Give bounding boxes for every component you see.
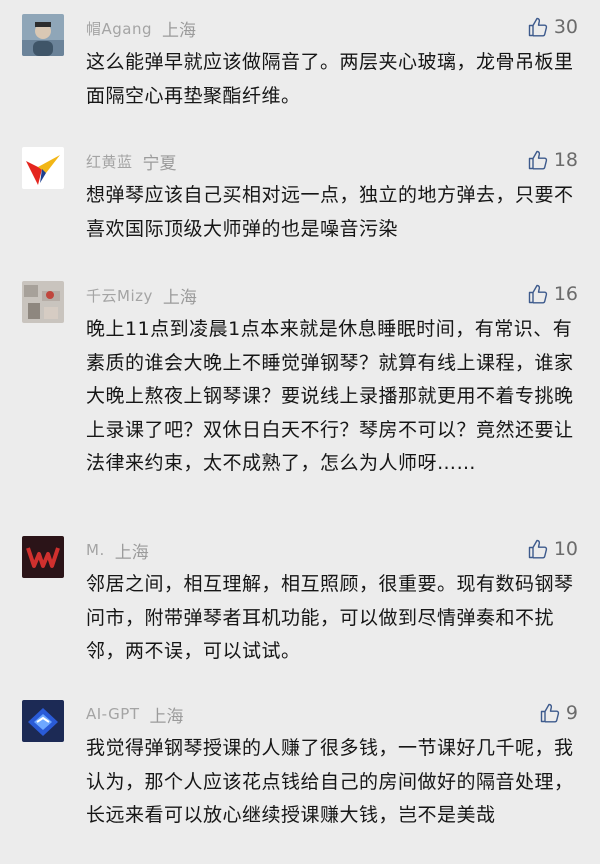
comment-text: 这么能弹早就应该做隔音了。两层夹心玻璃，龙骨吊板里面隔空心再垫聚酯纤维。 [86, 51, 574, 107]
username[interactable]: 千云Mizy [86, 285, 153, 306]
location: 上海 [162, 20, 197, 41]
like-button[interactable]: 16 [528, 281, 578, 307]
comment-meta: 帽Agang 上海 [86, 16, 197, 41]
like-count: 30 [553, 16, 578, 38]
avatar[interactable] [22, 536, 64, 578]
thumbs-up-icon [528, 17, 547, 37]
location: 上海 [149, 706, 184, 727]
avatar[interactable] [22, 147, 64, 189]
comment-meta: AI-GPT 上海 [86, 702, 184, 727]
like-button[interactable]: 10 [528, 536, 578, 562]
location: 上海 [114, 542, 149, 563]
thumbs-up-icon [540, 703, 560, 723]
username[interactable]: 帽Agang [86, 18, 152, 39]
thumbs-up-icon [528, 539, 547, 559]
comment-text: 邻居之间，相互理解，相互照顾，很重要。现有数码钢琴问市，附带弹琴者耳机功能，可以… [86, 573, 574, 662]
username[interactable]: 红黄蓝 [86, 151, 133, 172]
like-button[interactable]: 9 [540, 700, 578, 726]
comment-text: 我觉得弹钢琴授课的人赚了很多钱，一节课好几千呢，我认为，那个人应该花点钱给自己的… [86, 737, 574, 826]
thumbs-up-icon [528, 150, 547, 170]
like-count: 18 [553, 149, 578, 171]
comment-meta: M. 上海 [86, 538, 149, 563]
like-count: 10 [553, 538, 578, 560]
thumbs-up-icon [528, 284, 547, 304]
username[interactable]: M. [86, 541, 105, 559]
like-count: 16 [553, 283, 578, 305]
comment-meta: 红黄蓝 宁夏 [86, 149, 177, 174]
like-button[interactable]: 18 [528, 147, 578, 173]
username[interactable]: AI-GPT [86, 705, 139, 723]
comment-text: 想弹琴应该自己买相对远一点，独立的地方弹去，只要不喜欢国际顶级大师弹的也是噪音污… [86, 184, 574, 240]
location: 上海 [162, 287, 197, 308]
like-count: 9 [565, 702, 578, 724]
avatar[interactable] [22, 700, 64, 742]
avatar[interactable] [22, 14, 64, 56]
location: 宁夏 [142, 153, 177, 174]
like-button[interactable]: 30 [528, 14, 578, 40]
comment-text: 晚上11点到凌晨1点本来就是休息睡眠时间，有常识、有素质的谁会大晚上不睡觉弹钢琴… [86, 318, 574, 474]
avatar[interactable] [22, 281, 64, 323]
comment-list: 帽Agang 上海 30 这么能弹早就应该做隔音了。两层夹心玻璃，龙骨吊板里面隔… [0, 0, 600, 864]
comment-meta: 千云Mizy 上海 [86, 283, 197, 308]
